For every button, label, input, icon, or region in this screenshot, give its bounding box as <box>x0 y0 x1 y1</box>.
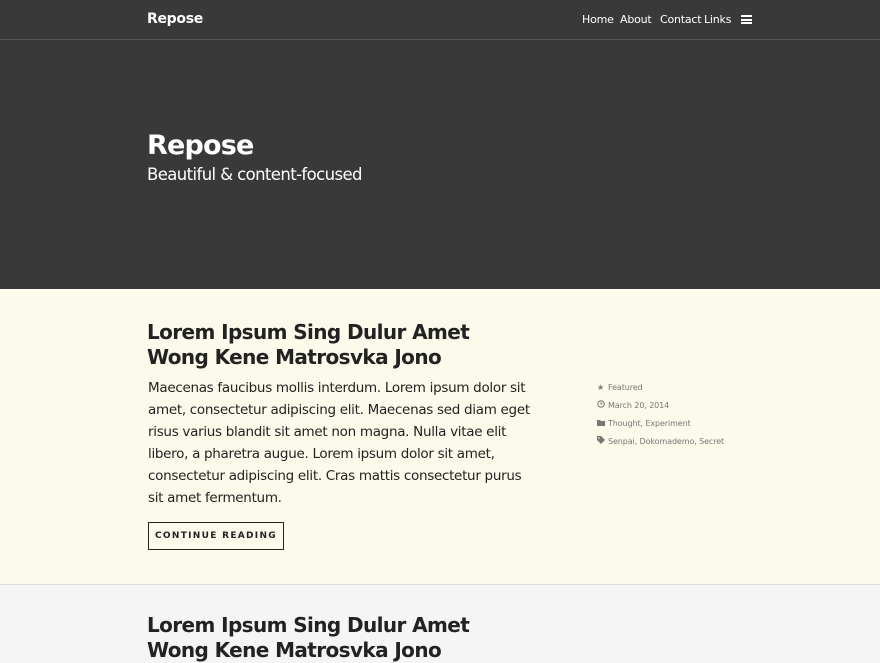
site-brand[interactable]: Repose <box>147 11 203 27</box>
hero-section: Repose Beautiful & content-focused <box>0 40 880 289</box>
post-excerpt: Maecenas faucibus mollis interdum. Lorem… <box>148 380 530 506</box>
nav-links[interactable]: Links <box>704 13 731 26</box>
continue-reading-button[interactable]: CONTINUE READING <box>148 522 284 550</box>
post-title[interactable]: Lorem Ipsum Sing Dulur Amet Wong Kene Ma… <box>147 320 527 370</box>
post-card: Lorem Ipsum Sing Dulur Amet Wong Kene Ma… <box>0 289 880 585</box>
nav-about[interactable]: About <box>620 13 652 26</box>
nav-contact[interactable]: Contact <box>660 13 702 26</box>
tag-icon <box>597 436 608 446</box>
nav-home[interactable]: Home <box>582 13 614 26</box>
star-icon: ★ <box>597 382 605 392</box>
hero-subtitle: Beautiful & content-focused <box>147 165 362 184</box>
post-card-2: Lorem Ipsum Sing Dulur Amet Wong Kene Ma… <box>0 585 880 663</box>
post-meta: ★ Featured March 20, 2014 Thought, Exper… <box>597 378 724 450</box>
hamburger-icon[interactable] <box>741 15 752 24</box>
post-title-2[interactable]: Lorem Ipsum Sing Dulur Amet Wong Kene Ma… <box>147 613 527 663</box>
meta-date: March 20, 2014 <box>597 396 724 414</box>
meta-featured: ★ Featured <box>597 382 643 392</box>
hero-title: Repose <box>147 130 254 161</box>
folder-icon <box>597 419 608 428</box>
meta-categories: Thought, Experiment <box>597 414 724 432</box>
navbar: Repose Home About Contact Links <box>0 0 880 40</box>
clock-icon <box>597 400 608 410</box>
meta-tags: Senpai, Dokomademo, Secret <box>597 432 724 450</box>
